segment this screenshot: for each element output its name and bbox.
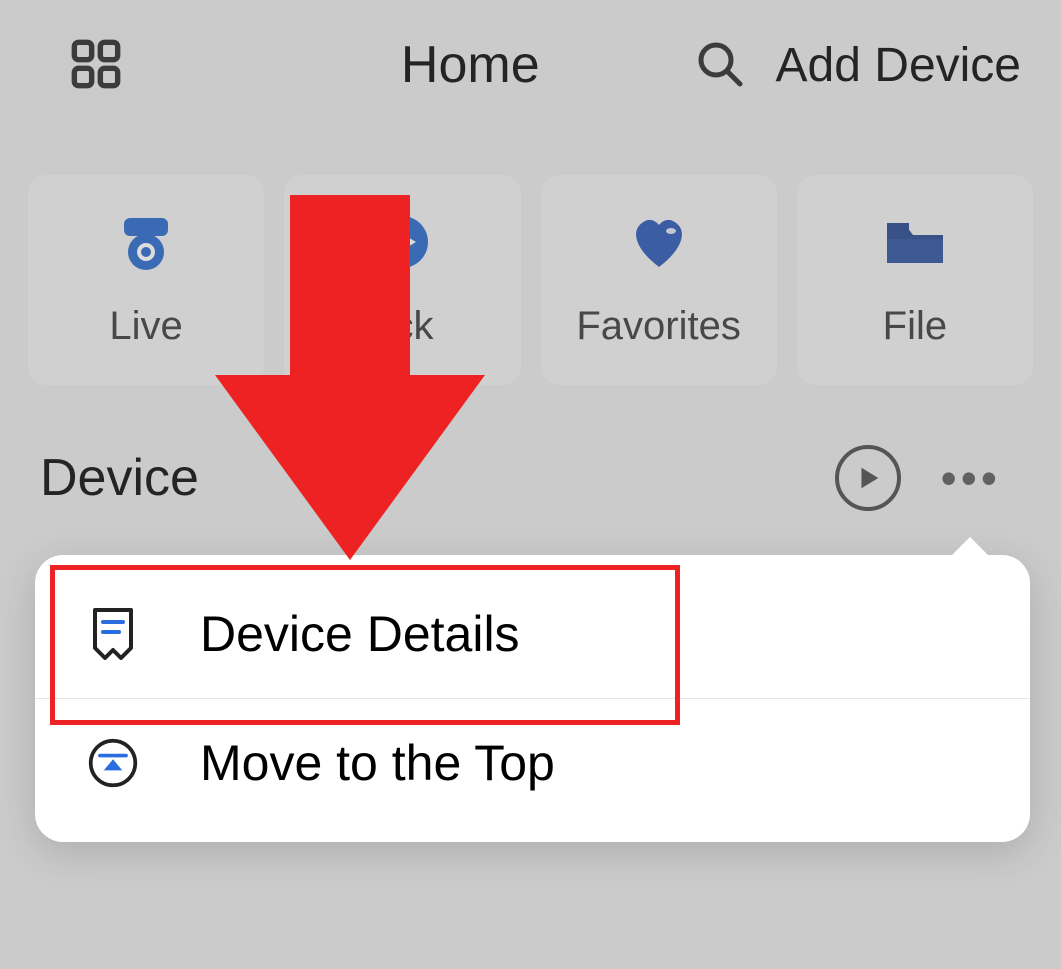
device-context-menu: Device Details Move to the Top xyxy=(35,555,1030,842)
menu-item-label: Move to the Top xyxy=(200,734,555,792)
move-top-icon xyxy=(85,736,140,791)
menu-item-label: Device Details xyxy=(200,605,520,663)
device-details-icon xyxy=(85,607,140,662)
menu-item-move-top[interactable]: Move to the Top xyxy=(35,698,1030,827)
menu-item-device-details[interactable]: Device Details xyxy=(35,570,1030,698)
